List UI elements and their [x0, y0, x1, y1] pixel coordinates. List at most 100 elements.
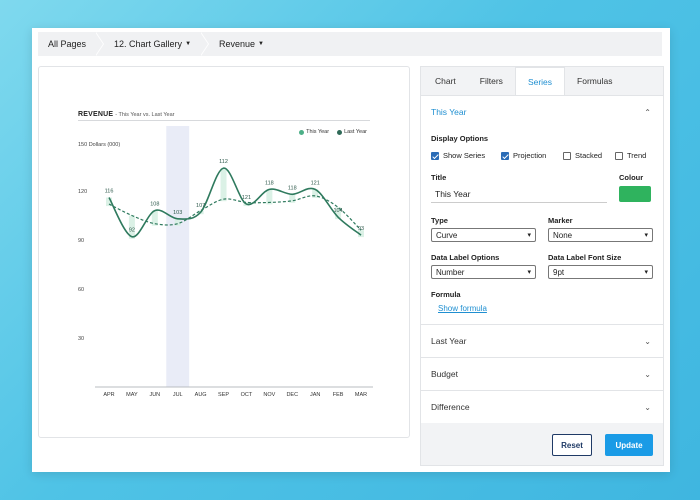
- chevron-down-icon: ▾: [644, 269, 648, 276]
- data-label: 121: [311, 180, 320, 186]
- x-tick-label: MAR: [355, 392, 367, 398]
- tab-chart[interactable]: Chart: [423, 67, 468, 95]
- x-tick-label: NOV: [263, 392, 275, 398]
- tab-filters[interactable]: Filters: [468, 67, 515, 95]
- section-this-year: This Year ⌃ Display Options Show Series …: [421, 95, 663, 324]
- data-label: 118: [288, 185, 297, 191]
- section-header-budget[interactable]: Budget ⌄: [421, 358, 663, 390]
- series-line-this-year: [108, 167, 362, 238]
- breadcrumb-all-pages[interactable]: All Pages: [38, 32, 105, 56]
- y-tick-label: 120: [78, 189, 87, 195]
- x-tick-label: AUG: [195, 392, 207, 398]
- breadcrumb: All Pages 12. Chart Gallery ▼ Revenue ▼: [38, 32, 662, 56]
- title-field-label: Title: [431, 173, 447, 182]
- section-last-year: Last Year ⌄: [421, 324, 663, 357]
- data-label: 116: [105, 189, 114, 195]
- breadcrumb-chart-gallery[interactable]: 12. Chart Gallery ▼: [104, 32, 210, 56]
- data-label-options-label: Data Label Options: [431, 253, 500, 262]
- breadcrumb-label: Revenue: [219, 39, 256, 49]
- select-value: None: [553, 230, 573, 240]
- section-title: Budget: [431, 369, 458, 379]
- x-tick-label: JAN: [310, 392, 320, 398]
- data-label: 92: [129, 228, 135, 234]
- marker-select[interactable]: None ▾: [548, 228, 653, 242]
- colour-field-label: Colour: [619, 173, 644, 182]
- reset-button[interactable]: Reset: [552, 434, 592, 456]
- select-value: Curve: [436, 230, 458, 240]
- section-title: Last Year: [431, 336, 467, 346]
- checkbox-stacked[interactable]: Stacked: [563, 151, 602, 160]
- series-title-input[interactable]: This Year: [431, 185, 607, 203]
- checkbox-label: Projection: [513, 151, 547, 160]
- type-field-label: Type: [431, 216, 448, 225]
- caret-down-icon: ▼: [258, 41, 264, 47]
- chevron-down-icon: ▾: [644, 232, 648, 239]
- data-label-options-select[interactable]: Number ▾: [431, 265, 536, 279]
- data-label: 103: [173, 210, 182, 216]
- display-options-label: Display Options: [431, 134, 489, 143]
- chevron-down-icon: ⌄: [644, 336, 651, 346]
- panel-tabs: Chart Filters Series Formulas: [421, 67, 663, 95]
- highlight-band: [166, 126, 190, 387]
- select-value: Number: [436, 267, 465, 277]
- checkbox-unchecked-icon: [615, 151, 623, 160]
- data-label-font-label: Data Label Font Size: [548, 253, 622, 262]
- caret-down-icon: ▼: [185, 41, 192, 47]
- section-difference: Difference ⌄: [421, 390, 663, 423]
- series-line-last-year: [108, 195, 362, 231]
- checkbox-unchecked-icon: [563, 151, 571, 160]
- formula-label: Formula: [431, 290, 461, 299]
- x-tick-label: OCT: [241, 392, 253, 398]
- data-label-font-select[interactable]: 9pt ▾: [548, 265, 653, 279]
- x-tick-label: JUN: [149, 392, 160, 398]
- data-label: 112: [219, 159, 228, 165]
- section-header-difference[interactable]: Difference ⌄: [421, 391, 663, 423]
- checkbox-checked-icon: [431, 151, 439, 160]
- checkbox-projection[interactable]: Projection: [501, 151, 546, 160]
- y-tick-label: 30: [78, 336, 84, 342]
- x-tick-label: SEP: [218, 392, 229, 398]
- section-title: This Year: [431, 107, 467, 117]
- section-body: Display Options Show Series Projection S…: [421, 128, 663, 324]
- section-header-last-year[interactable]: Last Year ⌄: [421, 325, 663, 357]
- type-select[interactable]: Curve ▾: [431, 228, 536, 242]
- checkbox-show-series[interactable]: Show Series: [431, 151, 485, 160]
- checkbox-trend[interactable]: Trend: [615, 151, 646, 160]
- chevron-up-icon: ⌃: [644, 107, 651, 117]
- settings-panel: Chart Filters Series Formulas This Year …: [420, 66, 664, 466]
- revenue-chart[interactable]: 30 60 90 120 APR MAY JUN JUL AUG SEP OCT NOV DEC JAN F…: [39, 67, 411, 439]
- chart-panel: REVENUE - This Year vs. Last Year This Ye…: [38, 66, 410, 438]
- marker-field-label: Marker: [548, 216, 573, 225]
- show-formula-link[interactable]: Show formula: [438, 304, 487, 313]
- x-tick-label: MAY: [126, 392, 138, 398]
- breadcrumb-revenue[interactable]: Revenue ▼: [209, 32, 282, 56]
- data-label: 118: [265, 180, 274, 186]
- data-label: 93: [358, 226, 364, 232]
- x-tick-label: APR: [103, 392, 114, 398]
- data-label: 121: [242, 195, 251, 201]
- data-label: 104: [333, 208, 342, 214]
- x-tick-label: JUL: [173, 392, 183, 398]
- section-budget: Budget ⌄: [421, 357, 663, 390]
- breadcrumb-label: 12. Chart Gallery: [114, 39, 183, 49]
- tab-formulas[interactable]: Formulas: [565, 67, 624, 95]
- section-header-this-year[interactable]: This Year ⌃: [421, 96, 663, 128]
- checkbox-label: Show Series: [443, 151, 486, 160]
- tab-series[interactable]: Series: [514, 67, 566, 95]
- x-tick-label: FEB: [333, 392, 344, 398]
- data-label: 108: [150, 202, 159, 208]
- chevron-down-icon: ▾: [527, 269, 531, 276]
- checkbox-label: Stacked: [575, 151, 603, 160]
- chevron-down-icon: ⌄: [644, 369, 651, 379]
- chevron-down-icon: ▾: [527, 232, 531, 239]
- breadcrumb-label: All Pages: [48, 39, 87, 49]
- x-tick-label: DEC: [286, 392, 298, 398]
- y-tick-label: 90: [78, 238, 84, 244]
- y-tick-label: 60: [78, 287, 84, 293]
- update-button[interactable]: Update: [605, 434, 653, 456]
- data-label: 107: [196, 203, 205, 209]
- chevron-down-icon: ⌄: [644, 402, 651, 412]
- checkbox-checked-icon: [501, 151, 509, 160]
- colour-picker[interactable]: [619, 186, 651, 202]
- difference-bar: [220, 168, 227, 202]
